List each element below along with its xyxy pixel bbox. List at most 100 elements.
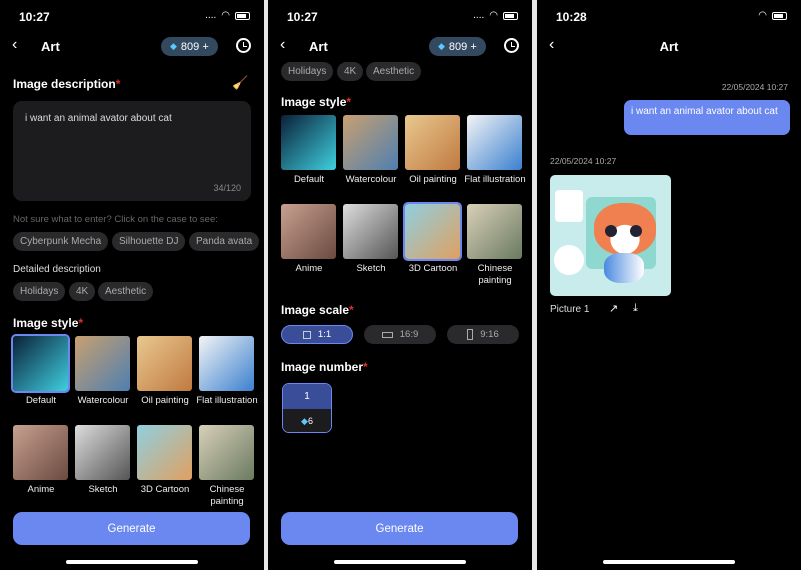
wifi-icon: ◠ [758, 10, 767, 21]
description-input[interactable]: i want an animal avator about cat 34/120 [13, 101, 251, 201]
style-option-flat-illustration[interactable] [199, 336, 254, 391]
number-value: 1 [283, 384, 331, 409]
back-button[interactable]: ‹ [12, 36, 17, 54]
style-label-text: Oil painting [141, 395, 189, 406]
hint-text: Not sure what to enter? Click on the cas… [13, 214, 218, 225]
style-label: Image style* [13, 316, 84, 330]
generate-button[interactable]: Generate [281, 512, 518, 545]
bot-timestamp: 22/05/2024 10:27 [550, 156, 617, 166]
credits-button[interactable]: ◆ 809 + [429, 37, 486, 56]
detailed-label: Detailed description [13, 264, 101, 275]
style-option-sketch[interactable] [343, 204, 398, 259]
style-option-sketch[interactable] [75, 425, 130, 480]
history-icon[interactable] [504, 38, 519, 53]
detail-chip[interactable]: Holidays [281, 62, 334, 81]
style-option-watercolour[interactable] [343, 115, 398, 170]
style-option-chinese-painting[interactable] [467, 204, 522, 259]
style-option-default[interactable] [11, 334, 70, 393]
style-option-flat-illustration[interactable] [467, 115, 522, 170]
picture-label: Picture 1 [550, 304, 590, 315]
style-option-anime[interactable] [13, 425, 68, 480]
wifi-icon: ◠ [489, 10, 498, 21]
detail-chip[interactable]: 4K [69, 282, 96, 301]
case-chip[interactable]: Silhouette DJ [112, 232, 186, 251]
diamond-icon: ◆ [438, 41, 445, 51]
detail-chip[interactable]: 4K [337, 62, 364, 81]
status-time: 10:27 [19, 10, 50, 24]
case-chip[interactable]: Cyberpunk Mecha [13, 232, 109, 251]
phone-screen-form: 10:27 .... ◠ ‹ Art ◆ 809 + Image descripti… [0, 0, 264, 570]
image-number-option[interactable]: 1 ◆6 [282, 383, 332, 433]
style-label-text: Watercolour [77, 395, 129, 406]
style-option-3d-cartoon[interactable] [137, 425, 192, 480]
case-chip[interactable]: Panda avata [189, 232, 260, 251]
history-icon[interactable] [236, 38, 251, 53]
download-icon[interactable]: ⤓ [633, 302, 638, 315]
char-counter: 34/120 [213, 183, 241, 193]
status-time: 10:28 [556, 10, 587, 24]
user-timestamp: 22/05/2024 10:27 [721, 82, 788, 92]
phone-screen-form-scrolled: 10:27 .... ◠ ‹ Art ◆ 809 + Holidays 4K Aes… [268, 0, 532, 570]
square-icon [302, 330, 311, 339]
phone-screen-chat: 10:28 ◠ ‹ Art 22/05/2024 10:27 i want an… [537, 0, 801, 570]
page-title: Art [309, 39, 328, 54]
style-label-text: Anime [295, 263, 323, 274]
style-label-text: Flat illustration [196, 395, 258, 406]
style-option-3d-cartoon[interactable] [403, 202, 462, 261]
wifi-icon: ◠ [221, 10, 230, 21]
number-cost: ◆6 [283, 409, 331, 432]
scale-option-1-1[interactable]: 1:1 [281, 325, 353, 344]
generate-button[interactable]: Generate [13, 512, 250, 545]
style-label-text: Oil painting [409, 174, 457, 185]
style-label-text: Default [293, 174, 325, 185]
credits-value: 809 + [180, 40, 209, 53]
style-label-text: Sketch [88, 484, 118, 495]
style-label-text: Chinese painting [209, 484, 245, 507]
number-label: Image number* [281, 360, 368, 374]
generated-image[interactable] [550, 175, 671, 296]
home-indicator [66, 560, 198, 564]
style-label-text: Default [25, 395, 57, 406]
credits-button[interactable]: ◆ 809 + [161, 37, 218, 56]
style-label-text: Watercolour [345, 174, 397, 185]
style-option-oil-painting[interactable] [405, 115, 460, 170]
scale-option-9-16[interactable]: 9:16 [447, 325, 519, 344]
scale-option-16-9[interactable]: 16:9 [364, 325, 436, 344]
scale-label: Image scale* [281, 303, 354, 317]
status-time: 10:27 [287, 10, 318, 24]
battery-icon [503, 11, 518, 20]
style-label-text: Chinese painting [477, 263, 513, 286]
style-label-text: 3D Cartoon [408, 263, 458, 274]
detail-chip[interactable]: Aesthetic [366, 62, 422, 81]
credits-value: 809 + [448, 40, 477, 53]
battery-icon [772, 11, 787, 20]
open-external-icon[interactable]: ↗ [609, 302, 618, 315]
status-icons: .... ◠ [205, 10, 250, 21]
status-icons: ◠ [758, 10, 787, 21]
detail-chip[interactable]: Holidays [13, 282, 66, 301]
page-title: Art [41, 39, 60, 54]
diamond-icon: ◆ [301, 416, 308, 426]
portrait-icon [467, 329, 474, 340]
style-option-chinese-painting[interactable] [199, 425, 254, 480]
style-option-anime[interactable] [281, 204, 336, 259]
page-title: Art [659, 39, 679, 54]
style-option-default[interactable] [281, 115, 336, 170]
status-icons: .... ◠ [473, 10, 518, 21]
style-option-watercolour[interactable] [75, 336, 130, 391]
detail-chip[interactable]: Aesthetic [98, 282, 154, 301]
user-message: i want an animal avator about cat [624, 100, 790, 135]
style-label-text: Flat illustration [464, 174, 526, 185]
style-label: Image style* [281, 95, 352, 109]
home-indicator [603, 560, 735, 564]
style-label-text: Sketch [356, 263, 386, 274]
description-label: Image description* [13, 77, 121, 91]
battery-icon [235, 11, 250, 20]
clear-broom-icon[interactable]: 🧹 [232, 75, 248, 91]
home-indicator [334, 560, 466, 564]
style-option-oil-painting[interactable] [137, 336, 192, 391]
landscape-icon [381, 331, 393, 338]
style-label-text: Anime [27, 484, 55, 495]
back-button[interactable]: ‹ [280, 36, 285, 54]
style-label-text: 3D Cartoon [140, 484, 190, 495]
